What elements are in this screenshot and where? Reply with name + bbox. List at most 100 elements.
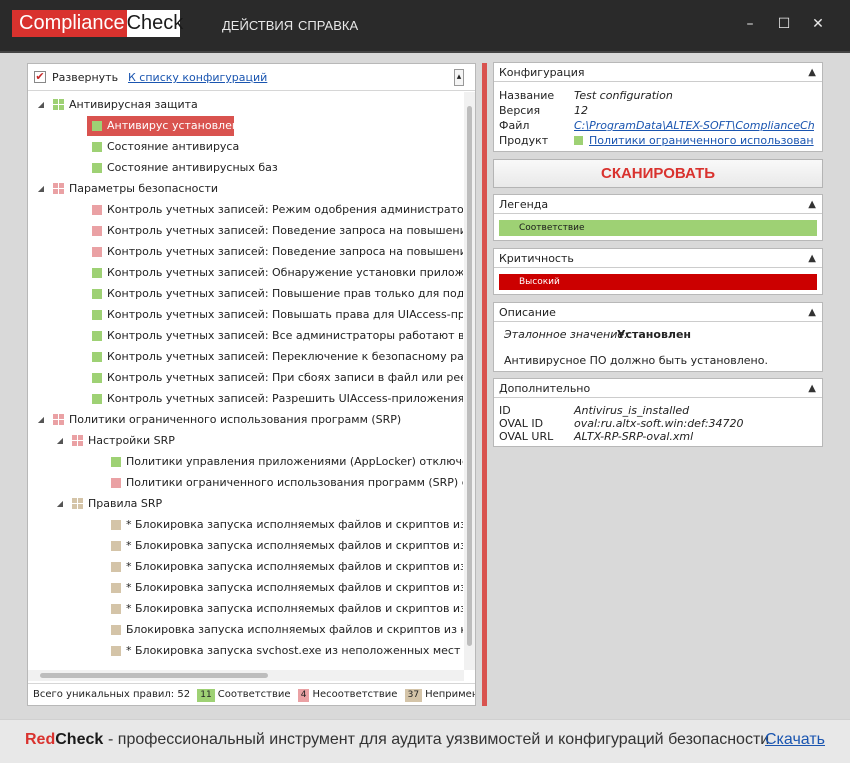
tree-row[interactable]: Контроль учетных записей: Режим одобрени…	[28, 200, 463, 220]
tree-row[interactable]: Контроль учетных записей: При сбоях запи…	[28, 368, 463, 388]
tree-row[interactable]: * Блокировка запуска исполняемых файлов …	[28, 599, 463, 619]
expand-triangle-icon[interactable]: ◢	[36, 95, 46, 115]
tree-row[interactable]: Контроль учетных записей: Повышать права…	[28, 305, 463, 325]
config-header[interactable]: Конфигурация ▲	[494, 63, 822, 82]
description-section: Описание ▲ Эталонное значение: Установлен…	[493, 302, 823, 372]
config-list-link[interactable]: К списку конфигураций	[128, 71, 267, 84]
collapse-icon[interactable]: ▲	[808, 63, 816, 82]
collapse-icon[interactable]: ▲	[808, 195, 816, 214]
tree-row[interactable]: * Блокировка запуска исполняемых файлов …	[28, 578, 463, 598]
tree-row[interactable]: Состояние антивирусных баз	[28, 158, 463, 178]
horizontal-scroll-thumb[interactable]	[40, 673, 268, 678]
tree-row[interactable]: ◢ Правила SRP	[28, 494, 463, 514]
expand-triangle-icon[interactable]: ◢	[55, 431, 65, 451]
tree-row[interactable]: ◢ Политики ограниченного использования пр…	[28, 410, 463, 430]
status-icon	[111, 625, 121, 635]
status-icon	[111, 562, 121, 572]
tree-rule-label: * Блокировка запуска svchost.exe из непо…	[126, 644, 461, 657]
status-icon	[92, 226, 102, 236]
legend-title: Легенда	[499, 198, 549, 211]
oval-url-key: OVAL URL	[499, 430, 554, 443]
tree-row[interactable]: Контроль учетных записей: Поведение запр…	[28, 242, 463, 262]
tree-row[interactable]: ◢ Настройки SRP	[28, 431, 463, 451]
tree-row[interactable]: ◢ Параметры безопасности	[28, 179, 463, 199]
toolbar-button[interactable]: ▴	[454, 69, 464, 86]
tree-rule-label: Контроль учетных записей: Поведение запр…	[107, 224, 463, 237]
status-icon	[92, 121, 102, 131]
tree-group-label: Настройки SRP	[88, 434, 175, 447]
logo-part1: Compliance	[16, 10, 127, 37]
status-icon	[111, 457, 121, 467]
tree-row[interactable]: Контроль учетных записей: Переключение к…	[28, 347, 463, 367]
horizontal-scrollbar[interactable]	[28, 670, 464, 681]
menu-help[interactable]: СПРАВКА	[298, 18, 358, 33]
extra-header[interactable]: Дополнительно ▲	[494, 379, 822, 398]
config-name-key: Название	[499, 89, 555, 102]
menu-actions[interactable]: ДЕЙСТВИЯ	[222, 18, 293, 33]
tree-rule-label: Политики управления приложениями (AppLoc…	[126, 455, 463, 468]
legend-header[interactable]: Легенда ▲	[494, 195, 822, 214]
close-icon[interactable]: ✕	[809, 16, 827, 32]
config-file-key: Файл	[499, 119, 530, 132]
logo-part2: Check	[126, 12, 184, 34]
tree-row[interactable]: * Блокировка запуска svchost.exe из непо…	[28, 641, 463, 661]
tree-row[interactable]: * Блокировка запуска исполняемых файлов …	[28, 515, 463, 535]
config-version-value: 12	[574, 104, 588, 117]
status-icon	[92, 310, 102, 320]
criticality-bar: Высокий	[499, 274, 817, 290]
expand-triangle-icon[interactable]: ◢	[36, 410, 46, 430]
collapse-icon[interactable]: ▲	[808, 249, 816, 268]
tree-row[interactable]: * Блокировка запуска исполняемых файлов …	[28, 557, 463, 577]
minimize-icon[interactable]: –	[741, 16, 759, 32]
group-icon	[53, 414, 64, 425]
tree-rule-label: * Блокировка запуска исполняемых файлов …	[126, 581, 463, 594]
collapse-icon[interactable]: ▲	[808, 303, 816, 322]
scan-button[interactable]: СКАНИРОВАТЬ	[493, 159, 823, 188]
status-icon	[92, 163, 102, 173]
vertical-scroll-thumb[interactable]	[467, 106, 472, 646]
oval-url-value: ALTX-RP-SRP-oval.xml	[574, 430, 694, 443]
collapse-icon[interactable]: ▲	[808, 379, 816, 398]
criticality-header[interactable]: Критичность ▲	[494, 249, 822, 268]
status-icon	[92, 289, 102, 299]
tree-rule-label: Контроль учетных записей: Повышение прав…	[107, 287, 463, 300]
tree-row[interactable]: Контроль учетных записей: Все администра…	[28, 326, 463, 346]
config-product-link[interactable]: Политики ограниченного использован	[589, 134, 814, 147]
tree-row[interactable]: Политики управления приложениями (AppLoc…	[28, 452, 463, 472]
expand-triangle-icon[interactable]: ◢	[55, 494, 65, 514]
tree-rule-label: * Блокировка запуска исполняемых файлов …	[126, 602, 463, 615]
expand-checkbox[interactable]: ✔	[34, 71, 46, 83]
total-rules: Всего уникальных правил: 52	[33, 689, 191, 700]
brand-red: Red	[25, 731, 56, 748]
tree-row[interactable]: Контроль учетных записей: Поведение запр…	[28, 221, 463, 241]
tree-row[interactable]: Политики ограниченного использования про…	[28, 473, 463, 493]
description-text: Антивирусное ПО должно быть установлено.	[504, 354, 768, 367]
tree-row[interactable]: Антивирус установлен	[28, 116, 463, 136]
tree-rule-label: * Блокировка запуска исполняемых файлов …	[126, 560, 463, 573]
maximize-icon[interactable]: ☐	[775, 16, 793, 32]
config-file-link[interactable]: C:\ProgramData\ALTEX-SOFT\ComplianceChec…	[574, 119, 814, 132]
status-icon	[111, 604, 121, 614]
status-icon	[92, 142, 102, 152]
tree-row[interactable]: * Блокировка запуска исполняемых файлов …	[28, 536, 463, 556]
compliant-count: 11	[197, 689, 215, 702]
oval-id-value: oval:ru.altx-soft.win:def:34720	[574, 417, 744, 430]
tree-row[interactable]: Контроль учетных записей: Разрешить UIAc…	[28, 389, 463, 409]
rules-panel: ✔ Развернуть К списку конфигураций ▴ ◢ Ан…	[27, 63, 476, 706]
panel-divider[interactable]	[482, 63, 487, 706]
group-icon	[72, 435, 83, 446]
description-header[interactable]: Описание ▲	[494, 303, 822, 322]
tree-row[interactable]: Блокировка запуска исполняемых файлов и …	[28, 620, 463, 640]
status-icon	[92, 268, 102, 278]
vertical-scrollbar[interactable]	[464, 92, 475, 670]
download-link[interactable]: Скачать	[765, 731, 825, 749]
tree-row[interactable]: Контроль учетных записей: Обнаружение ус…	[28, 263, 463, 283]
footer-banner: RedCheck - профессиональный инструмент д…	[0, 719, 850, 763]
tree-row[interactable]: Состояние антивируса	[28, 137, 463, 157]
expand-triangle-icon[interactable]: ◢	[36, 179, 46, 199]
tree-row[interactable]: ◢ Антивирусная защита	[28, 95, 463, 115]
config-version-key: Версия	[499, 104, 541, 117]
status-icon	[92, 373, 102, 383]
oval-id-key: OVAL ID	[499, 417, 544, 430]
tree-row[interactable]: Контроль учетных записей: Повышение прав…	[28, 284, 463, 304]
